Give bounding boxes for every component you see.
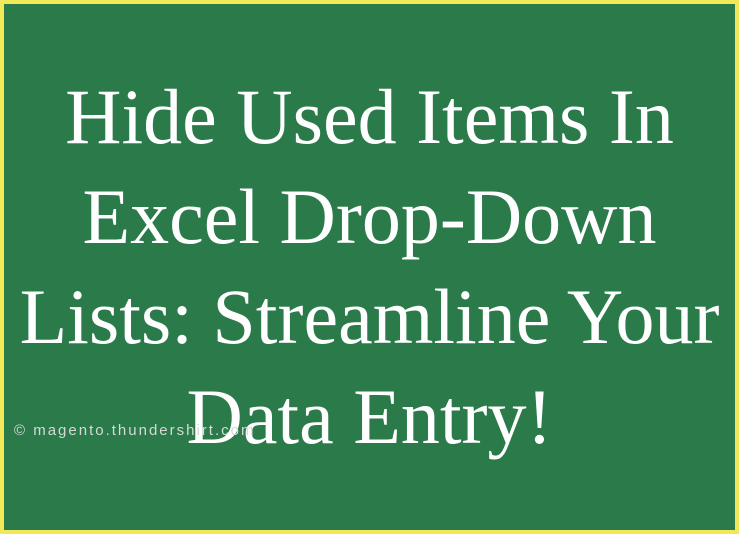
page-title: Hide Used Items In Excel Drop-Down Lists… bbox=[4, 67, 735, 466]
watermark-text: © magento.thundershirt.com bbox=[14, 422, 255, 439]
main-container: Hide Used Items In Excel Drop-Down Lists… bbox=[4, 4, 735, 530]
